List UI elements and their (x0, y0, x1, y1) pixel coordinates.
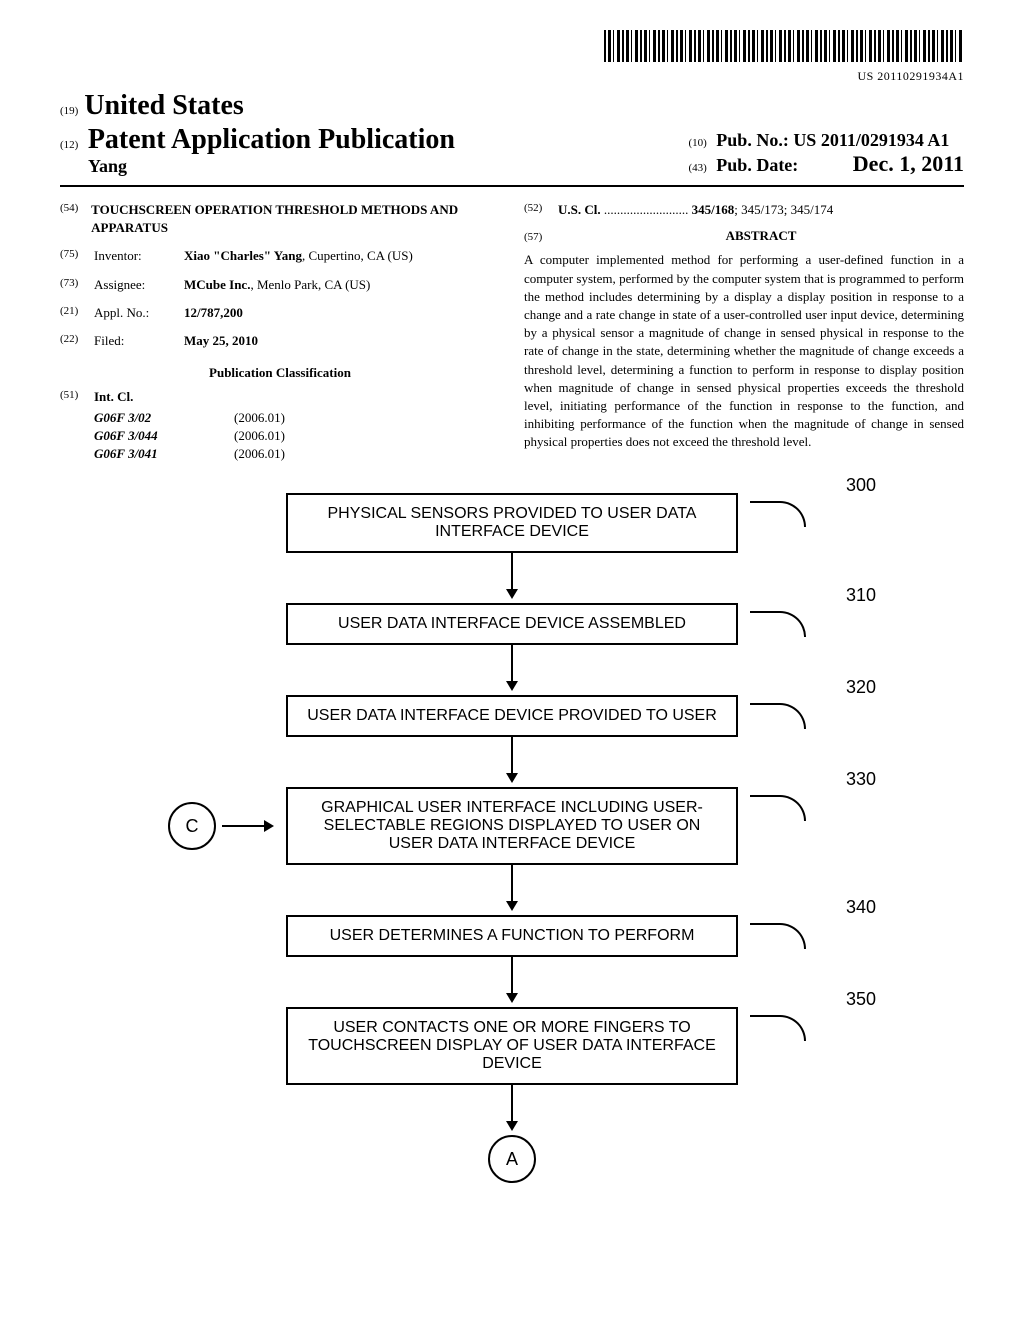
intcl-item-code: G06F 3/041 (94, 445, 194, 463)
inventor-code: (75) (60, 247, 94, 265)
appl-label: Appl. No.: (94, 304, 184, 322)
ref-connector (750, 795, 806, 821)
intcl-code: (51) (60, 388, 94, 406)
flow-ref-320: 320 (846, 677, 876, 698)
barcode-text: US 20110291934A1 (60, 69, 964, 84)
invention-title: TOUCHSCREEN OPERATION THRESHOLD METHODS … (91, 201, 500, 237)
arrow-right-icon (222, 825, 272, 827)
pub-date-code: (43) (688, 162, 706, 174)
ref-connector (750, 703, 806, 729)
abstract-code: (57) (524, 230, 558, 245)
ref-connector (750, 501, 806, 527)
circle-node-a: A (488, 1135, 536, 1183)
header-rule (60, 185, 964, 187)
inventor-name: Xiao "Charles" Yang (184, 248, 302, 263)
abstract-text: A computer implemented method for perfor… (524, 251, 964, 451)
flow-step-300: 300 PHYSICAL SENSORS PROVIDED TO USER DA… (286, 493, 738, 553)
pub-no-value: US 2011/0291934 A1 (793, 130, 949, 150)
intcl-label: Int. Cl. (94, 389, 133, 404)
appl-code: (21) (60, 304, 94, 322)
left-column: (54) TOUCHSCREEN OPERATION THRESHOLD MET… (60, 201, 500, 463)
country-code: (19) (60, 105, 78, 117)
flow-step-text: USER DATA INTERFACE DEVICE PROVIDED TO U… (307, 707, 717, 724)
flow-connector-c: C (168, 802, 272, 850)
flow-step-330: C 330 GRAPHICAL USER INTERFACE INCLUDING… (286, 787, 738, 865)
header: (19) United States (12) Patent Applicati… (60, 90, 964, 177)
assignee-location: , Menlo Park, CA (US) (250, 277, 370, 292)
doc-type-code: (12) (60, 139, 78, 151)
filed-value: May 25, 2010 (184, 333, 258, 348)
pubclass-heading: Publication Classification (60, 364, 500, 382)
circle-node-c: C (168, 802, 216, 850)
flow-step-310: 310 USER DATA INTERFACE DEVICE ASSEMBLED (286, 603, 738, 645)
country-name: United States (84, 90, 243, 122)
intcl-item-ver: (2006.01) (234, 445, 285, 463)
pub-no-code: (10) (688, 137, 706, 149)
uscl-label: U.S. Cl. (558, 202, 601, 217)
abstract-heading: ABSTRACT (558, 227, 964, 245)
flow-step-text: PHYSICAL SENSORS PROVIDED TO USER DATA I… (328, 505, 697, 540)
flow-ref-310: 310 (846, 585, 876, 606)
title-code: (54) (60, 201, 91, 237)
flow-step-340: 340 USER DETERMINES A FUNCTION TO PERFOR… (286, 915, 738, 957)
barcode (604, 30, 964, 62)
flow-step-text: USER DETERMINES A FUNCTION TO PERFORM (330, 927, 695, 944)
intcl-item-ver: (2006.01) (234, 409, 285, 427)
right-column: (52) U.S. Cl. ..........................… (524, 201, 964, 463)
flow-step-text: USER CONTACTS ONE OR MORE FINGERS TO TOU… (308, 1019, 715, 1072)
barcode-block: US 20110291934A1 (60, 30, 964, 84)
pub-date-value: Dec. 1, 2011 (853, 151, 964, 176)
filed-label: Filed: (94, 332, 184, 350)
assignee-label: Assignee: (94, 276, 184, 294)
bibliographic-columns: (54) TOUCHSCREEN OPERATION THRESHOLD MET… (60, 201, 964, 463)
inventor-surname: Yang (88, 156, 455, 177)
assignee-name: MCube Inc. (184, 277, 250, 292)
flow-ref-300: 300 (846, 475, 876, 496)
flow-step-350: 350 USER CONTACTS ONE OR MORE FINGERS TO… (286, 1007, 738, 1085)
flow-step-text: USER DATA INTERFACE DEVICE ASSEMBLED (338, 615, 686, 632)
appl-value: 12/787,200 (184, 305, 243, 320)
filed-code: (22) (60, 332, 94, 350)
patent-page: US 20110291934A1 (19) United States (12)… (0, 0, 1024, 1223)
ref-connector (750, 611, 806, 637)
uscl-dots: .......................... (601, 202, 692, 217)
uscl-secondary: ; 345/173; 345/174 (734, 202, 833, 217)
doc-type: Patent Application Publication (88, 124, 455, 155)
flow-ref-330: 330 (846, 769, 876, 790)
flow-ref-340: 340 (846, 897, 876, 918)
inventor-location: , Cupertino, CA (US) (302, 248, 413, 263)
flow-step-text: GRAPHICAL USER INTERFACE INCLUDING USER-… (321, 799, 703, 852)
intcl-list: G06F 3/02 (2006.01) G06F 3/044 (2006.01)… (94, 409, 500, 464)
ref-connector (750, 1015, 806, 1041)
intcl-item-code: G06F 3/02 (94, 409, 194, 427)
intcl-item-ver: (2006.01) (234, 427, 285, 445)
pub-date-label: Pub. Date: (716, 155, 798, 175)
ref-connector (750, 923, 806, 949)
flowchart: 300 PHYSICAL SENSORS PROVIDED TO USER DA… (192, 493, 832, 1183)
pub-no-label: Pub. No.: (716, 130, 789, 150)
flow-step-320: 320 USER DATA INTERFACE DEVICE PROVIDED … (286, 695, 738, 737)
uscl-primary: 345/168 (692, 202, 735, 217)
flow-ref-350: 350 (846, 989, 876, 1010)
inventor-label: Inventor: (94, 247, 184, 265)
intcl-item-code: G06F 3/044 (94, 427, 194, 445)
uscl-code: (52) (524, 201, 558, 219)
assignee-code: (73) (60, 276, 94, 294)
